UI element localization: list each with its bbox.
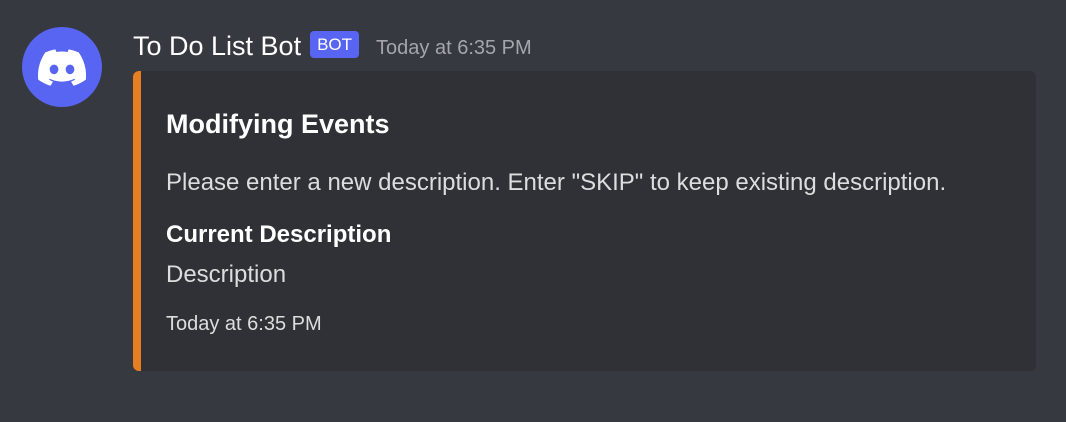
embed-description: Please enter a new description. Enter "S…	[166, 169, 947, 196]
author-username[interactable]: To Do List Bot	[133, 26, 301, 66]
embed-accent-bar	[133, 71, 141, 371]
bot-badge: BOT	[310, 30, 360, 58]
embed-title: Modifying Events	[166, 109, 390, 139]
discord-logo-icon	[38, 48, 86, 86]
embed-field-name: Current Description	[166, 221, 392, 248]
message-timestamp[interactable]: Today at 6:35 PM	[376, 28, 532, 68]
embed-field-value: Description	[166, 261, 287, 288]
message-header: To Do List Bot BOT Today at 6:35 PM	[133, 26, 532, 66]
embed-footer-timestamp: Today at 6:35 PM	[166, 313, 322, 335]
embed-card: Modifying Events Please enter a new desc…	[133, 71, 1036, 371]
avatar[interactable]	[22, 27, 102, 107]
chat-message: To Do List Bot BOT Today at 6:35 PM Modi…	[0, 0, 1066, 422]
